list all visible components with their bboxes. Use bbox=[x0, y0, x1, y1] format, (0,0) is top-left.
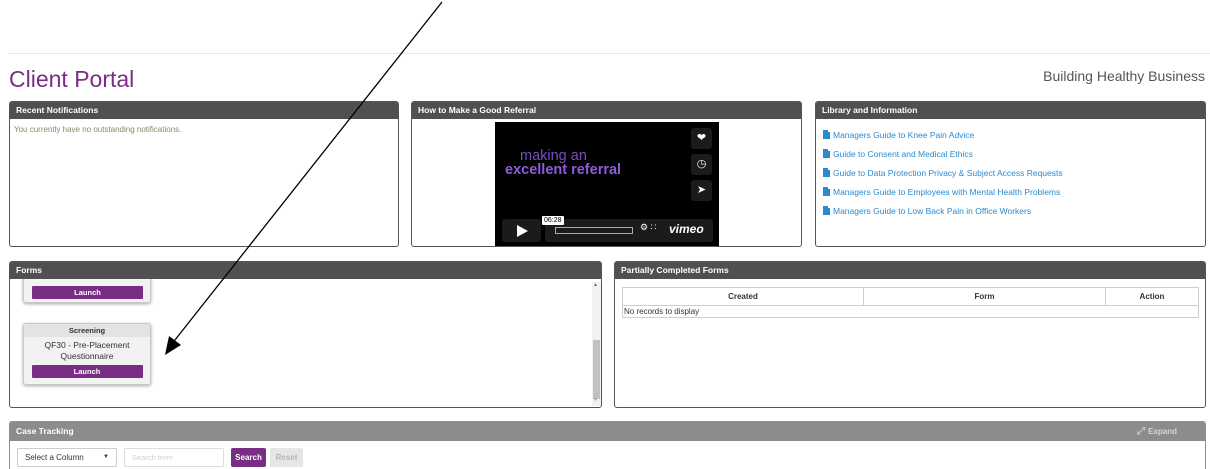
library-panel: Library and Information Managers Guide t… bbox=[815, 101, 1206, 247]
library-link[interactable]: Guide to Consent and Medical Ethics bbox=[833, 149, 973, 159]
scrollbar-thumb[interactable] bbox=[593, 340, 600, 399]
form-card: Screening QF30 - Pre-Placement Questionn… bbox=[23, 323, 151, 385]
search-button[interactable]: Search bbox=[231, 448, 266, 467]
empty-table-message: No records to display bbox=[622, 305, 1199, 318]
case-tracking-title: Case Tracking bbox=[16, 426, 74, 436]
expand-label: Expand bbox=[1148, 427, 1177, 436]
list-item: Managers Guide to Low Back Pain in Offic… bbox=[823, 201, 1063, 220]
column-header-form[interactable]: Form bbox=[863, 287, 1106, 306]
heart-icon[interactable]: ❤ bbox=[691, 128, 712, 149]
notifications-panel: Recent Notifications You currently have … bbox=[9, 101, 399, 247]
launch-button[interactable]: Launch bbox=[31, 365, 143, 378]
play-icon[interactable] bbox=[502, 219, 541, 242]
vimeo-logo[interactable]: vimeo bbox=[669, 222, 704, 236]
library-link[interactable]: Managers Guide to Employees with Mental … bbox=[833, 187, 1060, 197]
document-icon bbox=[823, 206, 830, 215]
library-list: Managers Guide to Knee Pain Advice Guide… bbox=[823, 125, 1063, 220]
notifications-empty-message: You currently have no outstanding notifi… bbox=[14, 125, 182, 134]
reset-button[interactable]: Reset bbox=[270, 448, 303, 467]
notifications-panel-title: Recent Notifications bbox=[10, 102, 398, 119]
header-divider bbox=[8, 53, 1210, 54]
scroll-down-icon[interactable]: ▼ bbox=[593, 397, 598, 403]
form-card: Launch bbox=[23, 279, 151, 303]
site-tagline: Building Healthy Business bbox=[1043, 68, 1205, 84]
column-select-value: Select a Column bbox=[25, 453, 84, 462]
forms-scroll-area[interactable]: Launch Screening QF30 - Pre-Placement Qu… bbox=[10, 279, 601, 407]
video-panel-title: How to Make a Good Referral bbox=[412, 102, 801, 119]
seek-bar[interactable] bbox=[555, 227, 633, 234]
table-header-row: Created Form Action bbox=[622, 287, 1199, 306]
case-tracking-panel-title: Case Tracking bbox=[10, 422, 1205, 441]
document-icon bbox=[823, 168, 830, 177]
caret-down-icon: ▼ bbox=[103, 454, 109, 460]
fullscreen-icon[interactable]: ∷ bbox=[651, 222, 657, 232]
library-panel-title: Library and Information bbox=[816, 102, 1205, 119]
library-link[interactable]: Managers Guide to Knee Pain Advice bbox=[833, 130, 974, 140]
scroll-up-icon[interactable]: ▲ bbox=[593, 282, 598, 288]
document-icon bbox=[823, 187, 830, 196]
column-header-created[interactable]: Created bbox=[622, 287, 864, 306]
partial-forms-panel: Partially Completed Forms Created Form A… bbox=[614, 261, 1206, 408]
list-item: Managers Guide to Employees with Mental … bbox=[823, 182, 1063, 201]
form-category: Screening bbox=[24, 324, 150, 337]
launch-button[interactable]: Launch bbox=[32, 286, 143, 299]
column-header-action[interactable]: Action bbox=[1105, 287, 1199, 306]
document-icon bbox=[823, 130, 830, 139]
player-settings: ⚙ ∷ bbox=[640, 222, 656, 233]
send-icon[interactable]: ➤ bbox=[691, 180, 712, 201]
video-title-line-2: excellent referral bbox=[505, 162, 622, 178]
form-name: QF30 - Pre-Placement Questionnaire bbox=[44, 340, 130, 361]
search-input[interactable] bbox=[124, 448, 224, 467]
list-item: Guide to Data Protection Privacy & Subje… bbox=[823, 163, 1063, 182]
library-link[interactable]: Managers Guide to Low Back Pain in Offic… bbox=[833, 206, 1031, 216]
column-select[interactable]: Select a Column ▼ bbox=[17, 448, 117, 467]
library-link[interactable]: Guide to Data Protection Privacy & Subje… bbox=[833, 168, 1063, 178]
case-tracking-panel: Case Tracking ⤢ Expand Select a Column ▼ … bbox=[9, 421, 1206, 469]
forms-panel: Forms Launch Screening QF30 - Pre-Placem… bbox=[9, 261, 602, 408]
video-panel: How to Make a Good Referral making an ex… bbox=[411, 101, 802, 247]
document-icon bbox=[823, 149, 830, 158]
video-timestamp: 06:28 bbox=[542, 216, 564, 225]
expand-icon: ⤢ bbox=[1137, 426, 1146, 437]
forms-panel-title: Forms bbox=[10, 262, 601, 279]
settings-icon[interactable]: ⚙ bbox=[640, 222, 648, 232]
video-player[interactable]: making an excellent referral ❤ ◷ ➤ 06:28… bbox=[495, 122, 719, 246]
table-row: No records to display bbox=[622, 305, 1199, 318]
list-item: Guide to Consent and Medical Ethics bbox=[823, 144, 1063, 163]
expand-button[interactable]: ⤢ Expand bbox=[1137, 422, 1177, 441]
clock-icon[interactable]: ◷ bbox=[691, 154, 712, 175]
page-title: Client Portal bbox=[9, 66, 135, 92]
partial-forms-panel-title: Partially Completed Forms bbox=[615, 262, 1205, 279]
list-item: Managers Guide to Knee Pain Advice bbox=[823, 125, 1063, 144]
partial-forms-table: Created Form Action No records to displa… bbox=[622, 287, 1199, 318]
